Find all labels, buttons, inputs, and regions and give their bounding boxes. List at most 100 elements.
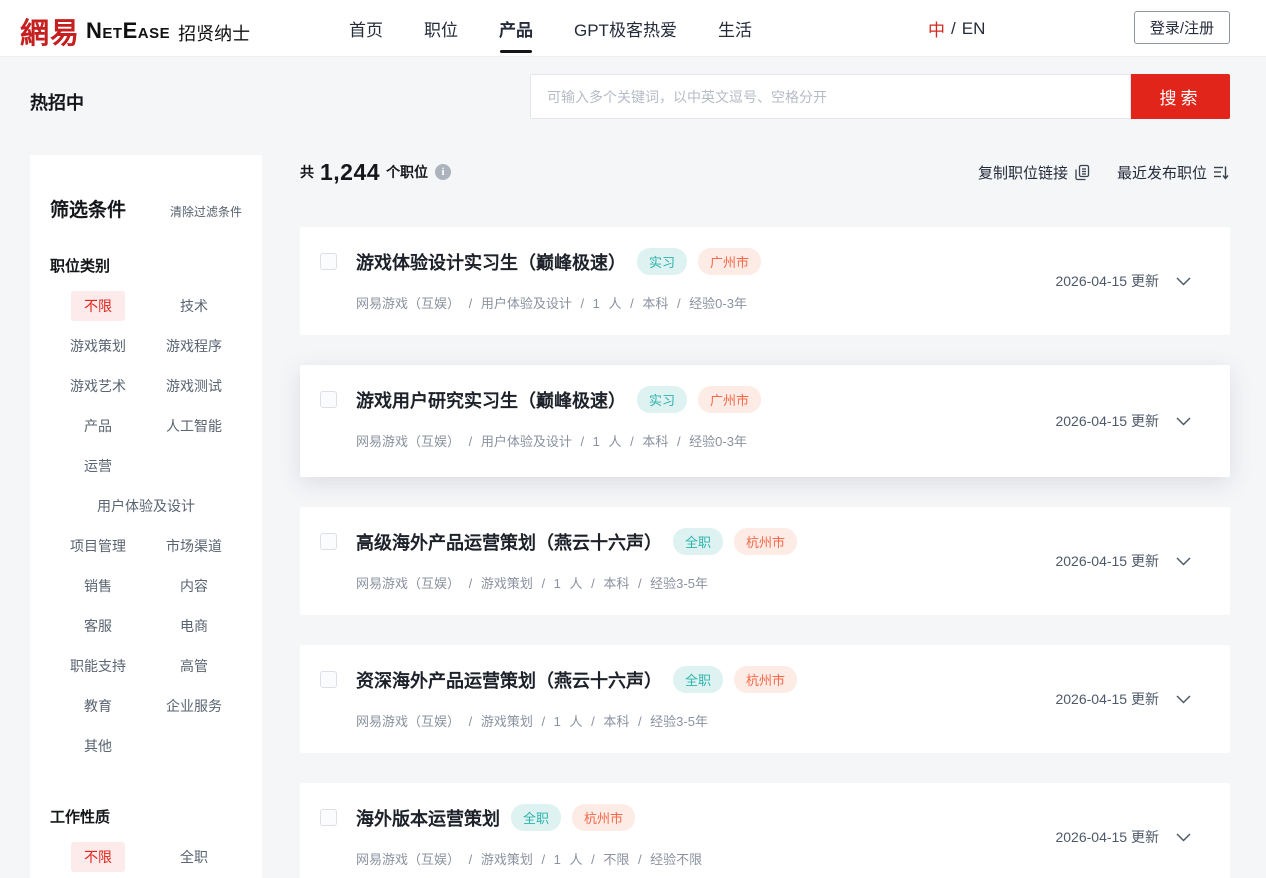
top-header: 網易 NetEase 招贤纳士 首页 职位 产品 GPT极客热爱 生活 中 / … (0, 0, 1266, 57)
nav-item-home[interactable]: 首页 (349, 0, 383, 57)
job-type-badge: 实习 (637, 248, 687, 275)
filter-option-executive[interactable]: 高管 (146, 646, 242, 686)
job-title[interactable]: 资深海外产品运营策划（燕云十六声） (356, 667, 662, 693)
chevron-down-icon[interactable] (1176, 277, 1191, 286)
job-update-date: 2026-04-15 更新 (1055, 271, 1159, 291)
job-card-1[interactable]: 游戏体验设计实习生（巅峰极速） 实习 广州市 网易游戏（互娱） / 用户体验及设… (300, 227, 1230, 335)
job-title[interactable]: 高级海外产品运营策划（燕云十六声） (356, 529, 662, 555)
nav-item-jobs[interactable]: 职位 (424, 0, 458, 57)
job-checkbox[interactable] (320, 391, 337, 408)
job-type-options: 不限 全职 (50, 837, 242, 877)
list-header: 共 1,244 个职位 i 复制职位链接 最近发布职位 (300, 155, 1230, 189)
filter-option-marketing[interactable]: 市场渠道 (146, 526, 242, 566)
search-input[interactable] (530, 74, 1131, 119)
job-checkbox[interactable] (320, 671, 337, 688)
filter-section-job-category: 职位类别 (50, 255, 242, 276)
copy-job-links-button[interactable]: 复制职位链接 (978, 162, 1091, 183)
filter-sidebar: 筛选条件 清除过滤条件 职位类别 不限 技术 游戏策划 游戏程序 游戏艺术 游戏… (30, 155, 262, 878)
job-meta: 网易游戏（互娱） / 用户体验及设计 / 1 人 / 本科 / 经验0-3年 (356, 293, 761, 312)
job-total: 共 1,244 个职位 i (300, 159, 451, 186)
job-total-prefix: 共 (300, 162, 314, 182)
job-title[interactable]: 游戏用户研究实习生（巅峰极速） (356, 387, 626, 413)
chevron-down-icon[interactable] (1176, 417, 1191, 426)
lang-separator: / (951, 19, 956, 39)
filter-option-ux-design[interactable]: 用户体验及设计 (50, 486, 242, 526)
job-update-date: 2026-04-15 更新 (1055, 827, 1159, 847)
sort-recent-label: 最近发布职位 (1117, 162, 1207, 183)
netease-logo-suffix: 招贤纳士 (178, 20, 250, 46)
filter-option-tech[interactable]: 技术 (146, 286, 242, 326)
job-update-date: 2026-04-15 更新 (1055, 551, 1159, 571)
job-type-badge: 全职 (673, 528, 723, 555)
language-switcher: 中 / EN (928, 0, 985, 57)
job-city-badge: 杭州市 (734, 666, 797, 693)
filter-option-content[interactable]: 内容 (146, 566, 242, 606)
job-list-panel: 共 1,244 个职位 i 复制职位链接 最近发布职位 (300, 155, 1230, 878)
job-card-2[interactable]: 游戏用户研究实习生（巅峰极速） 实习 广州市 网易游戏（互娱） / 用户体验及设… (300, 365, 1230, 477)
filter-option-functional-support[interactable]: 职能支持 (50, 646, 146, 686)
job-card-5[interactable]: 海外版本运营策划 全职 杭州市 网易游戏（互娱） / 游戏策划 / 1 人 / … (300, 783, 1230, 878)
filter-option-type-unlimited[interactable]: 不限 (50, 837, 146, 877)
filter-option-unlimited[interactable]: 不限 (50, 286, 146, 326)
job-title[interactable]: 游戏体验设计实习生（巅峰极速） (356, 249, 626, 275)
job-city-badge: 杭州市 (572, 804, 635, 831)
hot-jobs-label: 热招中 (30, 89, 84, 115)
job-city-badge: 广州市 (698, 386, 761, 413)
job-cards: 游戏体验设计实习生（巅峰极速） 实习 广州市 网易游戏（互娱） / 用户体验及设… (300, 227, 1230, 878)
main-nav: 首页 职位 产品 GPT极客热爱 生活 (349, 0, 752, 57)
job-type-badge: 全职 (511, 804, 561, 831)
filter-option-sales[interactable]: 销售 (50, 566, 146, 606)
lang-en[interactable]: EN (962, 19, 986, 39)
nav-item-gpt[interactable]: GPT极客热爱 (574, 0, 677, 57)
filter-option-game-program[interactable]: 游戏程序 (146, 326, 242, 366)
filter-option-other[interactable]: 其他 (50, 726, 146, 766)
filter-option-game-design[interactable]: 游戏策划 (50, 326, 146, 366)
job-title[interactable]: 海外版本运营策划 (356, 805, 500, 831)
job-update-date: 2026-04-15 更新 (1055, 411, 1159, 431)
list-actions: 复制职位链接 最近发布职位 (978, 162, 1230, 183)
job-category-options: 不限 技术 游戏策划 游戏程序 游戏艺术 游戏测试 产品 人工智能 运营 用户体… (50, 286, 242, 766)
job-meta: 网易游戏（互娱） / 游戏策划 / 1 人 / 本科 / 经验3-5年 (356, 711, 797, 730)
job-checkbox[interactable] (320, 533, 337, 550)
filter-section-job-type: 工作性质 (50, 806, 242, 827)
filter-option-customer-service[interactable]: 客服 (50, 606, 146, 646)
lang-zh[interactable]: 中 (928, 16, 945, 41)
netease-logo-cn: 網易 (20, 10, 80, 52)
clear-filters-button[interactable]: 清除过滤条件 (170, 203, 242, 220)
chevron-down-icon[interactable] (1176, 833, 1191, 842)
netease-logo-en: NetEase (86, 18, 170, 44)
filters-title: 筛选条件 (50, 195, 126, 222)
job-city-badge: 杭州市 (734, 528, 797, 555)
sort-descending-icon (1213, 165, 1230, 180)
job-type-badge: 全职 (673, 666, 723, 693)
filter-option-game-art[interactable]: 游戏艺术 (50, 366, 146, 406)
job-city-badge: 广州市 (698, 248, 761, 275)
chevron-down-icon[interactable] (1176, 695, 1191, 704)
job-meta: 网易游戏（互娱） / 游戏策划 / 1 人 / 本科 / 经验3-5年 (356, 573, 797, 592)
filter-option-enterprise-service[interactable]: 企业服务 (146, 686, 242, 726)
filter-option-product[interactable]: 产品 (50, 406, 146, 446)
filter-option-game-test[interactable]: 游戏测试 (146, 366, 242, 406)
job-card-4[interactable]: 资深海外产品运营策划（燕云十六声） 全职 杭州市 网易游戏（互娱） / 游戏策划… (300, 645, 1230, 753)
info-icon[interactable]: i (435, 164, 451, 180)
login-register-button[interactable]: 登录/注册 (1134, 11, 1230, 44)
netease-logo[interactable]: 網易 NetEase 招贤纳士 (20, 10, 250, 52)
filter-option-fulltime[interactable]: 全职 (146, 837, 242, 877)
search-button[interactable]: 搜索 (1131, 74, 1230, 119)
job-total-count: 1,244 (320, 159, 380, 186)
job-card-3[interactable]: 高级海外产品运营策划（燕云十六声） 全职 杭州市 网易游戏（互娱） / 游戏策划… (300, 507, 1230, 615)
filter-option-ai[interactable]: 人工智能 (146, 406, 242, 446)
chevron-down-icon[interactable] (1176, 557, 1191, 566)
copy-icon (1074, 164, 1091, 181)
filter-option-project-mgmt[interactable]: 项目管理 (50, 526, 146, 566)
job-checkbox[interactable] (320, 809, 337, 826)
job-total-suffix: 个职位 (386, 162, 428, 182)
job-checkbox[interactable] (320, 253, 337, 270)
nav-item-life[interactable]: 生活 (718, 0, 752, 57)
sort-recent-button[interactable]: 最近发布职位 (1117, 162, 1230, 183)
filter-option-ecommerce[interactable]: 电商 (146, 606, 242, 646)
nav-item-products[interactable]: 产品 (499, 0, 533, 57)
job-meta: 网易游戏（互娱） / 游戏策划 / 1 人 / 不限 / 经验不限 (356, 849, 702, 868)
filter-option-operations[interactable]: 运营 (50, 446, 146, 486)
filter-option-education[interactable]: 教育 (50, 686, 146, 726)
